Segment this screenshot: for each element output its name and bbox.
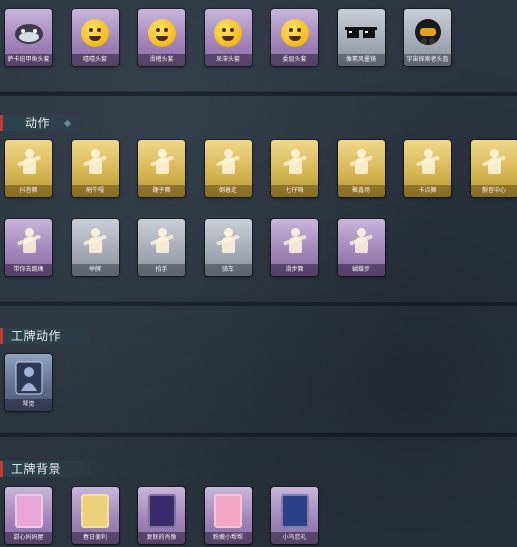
dance-figure-icon: [477, 146, 512, 181]
item-name: 卡点舞: [404, 185, 451, 197]
item-card[interactable]: 鞭子舞: [138, 140, 185, 197]
section-title-text: 工牌动作: [11, 329, 62, 343]
item-card[interactable]: 琴觉: [5, 354, 52, 411]
item-name: 委屈头套: [271, 54, 318, 66]
item-name: 颤音中心: [470, 185, 517, 197]
item-card[interactable]: 拍手: [138, 219, 185, 276]
item-card[interactable]: 七仔嗨: [271, 140, 318, 197]
section-title-action: 动作: [0, 115, 81, 131]
item-name: 鞭子舞: [138, 185, 185, 197]
item-card[interactable]: 刷牛嘎: [71, 140, 119, 197]
item-card[interactable]: 复联的肖像: [138, 487, 185, 544]
pout-face-icon: [277, 15, 312, 50]
diamond-icon: [63, 119, 72, 128]
item-name: 骑车: [204, 264, 252, 276]
silhouette-icon: [11, 360, 46, 395]
item-card[interactable]: 委屈头套: [271, 9, 318, 66]
item-name: 聚鑫场: [337, 185, 385, 197]
item-name: 春日便利: [71, 532, 119, 544]
item-card[interactable]: 宇宙探索者头盔: [404, 9, 451, 66]
item-card[interactable]: 颤音中心: [470, 140, 517, 197]
item-name: 带你去跳绳: [5, 264, 52, 276]
item-name: 萨卡班甲鱼头套: [5, 54, 52, 66]
dance-figure-icon: [11, 146, 46, 181]
pink-box-icon: [211, 493, 246, 528]
item-card[interactable]: 滑步舞: [271, 219, 318, 276]
dance-figure-icon: [277, 146, 312, 181]
item-name: 滑稽头套: [138, 54, 185, 66]
item-name: 复联的肖像: [138, 532, 185, 544]
item-name: 像素风墨镜: [337, 54, 385, 66]
item-card[interactable]: 抖音舞: [5, 140, 52, 197]
item-card[interactable]: 带你去跳绳: [5, 219, 52, 276]
butterfly-figure-icon: [344, 225, 379, 260]
item-name: 拍手: [138, 264, 185, 276]
clap-figure-icon: [144, 225, 179, 260]
item-card[interactable]: 倒着走: [204, 140, 252, 197]
item-card[interactable]: 蝴蝶步: [337, 219, 385, 276]
pink-room-icon: [11, 493, 46, 528]
dance-figure-icon: [211, 146, 246, 181]
item-card[interactable]: 呆滞头套: [204, 9, 252, 66]
grin-face-icon: [78, 15, 113, 50]
item-card[interactable]: 粉嫩小帮帮: [204, 487, 252, 544]
pixel-sunglasses-icon: [344, 15, 379, 50]
item-name: 举牌: [71, 264, 119, 276]
dance-figure-icon: [344, 146, 379, 181]
divider-band: [0, 432, 517, 437]
item-card[interactable]: 甜心妈妈屋: [5, 487, 52, 544]
item-card[interactable]: 骑车: [204, 219, 252, 276]
starry-card-icon: [277, 493, 312, 528]
item-name: 倒着走: [204, 185, 252, 197]
section-title-badge-bg: 工牌背景: [0, 461, 92, 477]
section-title-text: 工牌背景: [11, 462, 62, 476]
dance-figure-icon: [144, 146, 179, 181]
item-name: 呆滞头套: [204, 54, 252, 66]
item-name: 刷牛嘎: [71, 185, 119, 197]
item-card[interactable]: 嘻嘻头套: [71, 9, 119, 66]
yellow-card-icon: [78, 493, 113, 528]
item-card[interactable]: 卡点舞: [404, 140, 451, 197]
slide-figure-icon: [277, 225, 312, 260]
item-name: 琴觉: [5, 399, 52, 411]
item-card[interactable]: 小鸟恋礼: [271, 487, 318, 544]
sign-figure-icon: [78, 225, 113, 260]
item-card[interactable]: 春日便利: [71, 487, 119, 544]
item-name: 宇宙探索者头盔: [404, 54, 451, 66]
item-name: 甜心妈妈屋: [5, 532, 52, 544]
dance-figure-icon: [410, 146, 445, 181]
item-card[interactable]: 像素风墨镜: [337, 9, 385, 66]
bike-figure-icon: [211, 225, 246, 260]
dance-figure-icon: [78, 146, 113, 181]
item-name: 七仔嗨: [271, 185, 318, 197]
item-card[interactable]: 聚鑫场: [337, 140, 385, 197]
item-card[interactable]: 滑稽头套: [138, 9, 185, 66]
jump-rope-figure-icon: [11, 225, 46, 260]
section-title-text: 动作: [25, 116, 51, 130]
space-helmet-icon: [410, 15, 445, 50]
item-card[interactable]: 举牌: [71, 219, 119, 276]
night-portrait-icon: [144, 493, 179, 528]
item-name: 滑步舞: [271, 264, 318, 276]
item-name: 小鸟恋礼: [271, 532, 318, 544]
item-name: 嘻嘻头套: [71, 54, 119, 66]
smirk-face-icon: [144, 15, 179, 50]
item-card[interactable]: 萨卡班甲鱼头套: [5, 9, 52, 66]
section-title-badge-action: 工牌动作: [0, 328, 92, 344]
dazed-face-icon: [211, 15, 246, 50]
item-name: 蝴蝶步: [337, 264, 385, 276]
divider-band: [0, 301, 517, 306]
divider-band: [0, 91, 517, 96]
item-name: 抖音舞: [5, 185, 52, 197]
fish-head-icon: [11, 15, 46, 50]
item-name: 粉嫩小帮帮: [204, 532, 252, 544]
